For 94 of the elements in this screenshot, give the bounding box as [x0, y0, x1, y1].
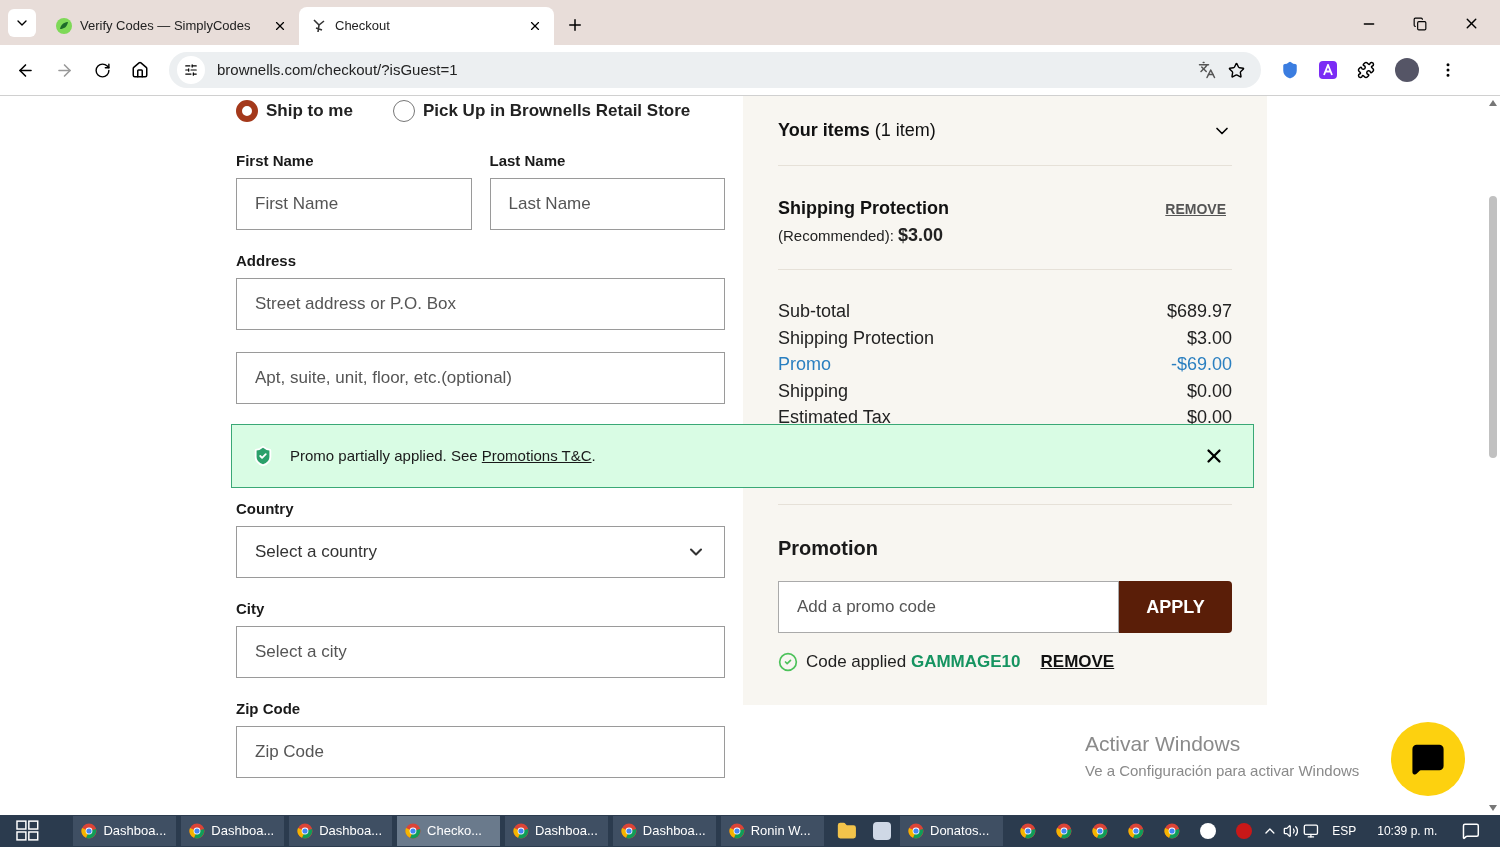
taskbar-app[interactable]: Dashboa... — [612, 816, 716, 846]
figure-icon — [311, 18, 327, 34]
input-field[interactable]: Apt, suite, unit, floor, etc.(optional) — [236, 352, 725, 404]
field-label: Zip Code — [236, 700, 302, 718]
browser-icon — [297, 823, 314, 839]
browser-icon — [1019, 823, 1036, 839]
tab-title: Verify Codes — SimplyCodes — [80, 17, 252, 36]
promotion-title: Promotion — [778, 536, 879, 561]
chat-icon — [1411, 742, 1445, 776]
site-settings-icon[interactable] — [177, 56, 205, 84]
total-value: $0.00 — [1186, 406, 1232, 429]
protection-price: (Recommended): $3.00 — [778, 224, 945, 247]
folder-icon[interactable] — [836, 821, 857, 841]
shield-check-icon — [252, 445, 274, 467]
apply-button[interactable]: APPLY — [1119, 581, 1232, 633]
browser-icon — [1163, 823, 1180, 839]
browser-icon — [405, 823, 422, 839]
field-label: City — [236, 600, 266, 618]
input-field[interactable]: First Name — [236, 178, 472, 230]
close-icon[interactable] — [273, 19, 287, 33]
total-label: Shipping Protection — [778, 326, 935, 350]
scroll-up-icon[interactable] — [1489, 100, 1497, 106]
browser-icon — [1091, 823, 1108, 839]
leaf-icon — [56, 18, 72, 34]
scrollbar-thumb[interactable] — [1489, 196, 1497, 458]
language-indicator[interactable]: ESP — [1332, 822, 1357, 840]
clock[interactable]: 10:39 p. m. — [1377, 822, 1438, 840]
speaker-icon[interactable] — [1282, 823, 1299, 839]
browser-icon — [81, 823, 98, 839]
field-label: First Name — [236, 152, 315, 170]
input-field[interactable]: Last Name — [489, 178, 725, 230]
field-label: Address — [236, 252, 298, 270]
browser-icon — [189, 823, 206, 839]
close-icon[interactable] — [528, 19, 542, 33]
translate-icon[interactable] — [1198, 61, 1216, 79]
taskbar-app[interactable]: Dashboa... — [504, 816, 608, 846]
input-field[interactable]: Zip Code — [236, 726, 725, 778]
taskbar-app[interactable]: Dashboa... — [181, 816, 285, 846]
check-circle-icon — [778, 651, 798, 672]
new-tab-icon[interactable] — [566, 16, 584, 34]
protection-title: Shipping Protection — [778, 197, 949, 220]
total-value: $689.97 — [1166, 300, 1232, 323]
tab-list-button[interactable] — [8, 9, 36, 37]
browser-icon — [728, 823, 745, 839]
field-label: Last Name — [489, 152, 567, 170]
notification-icon[interactable] — [1462, 822, 1481, 840]
total-label: Shipping — [778, 379, 849, 403]
browser-tab[interactable]: Verify Codes — SimplyCodes — [44, 7, 299, 45]
browser-icon — [620, 823, 637, 839]
promo-code-field[interactable]: Add a promo code — [778, 581, 1119, 633]
input-field[interactable]: Select a city — [236, 626, 725, 678]
browser-icon — [908, 823, 924, 839]
total-value: $3.00 — [1186, 326, 1232, 350]
remove-code-link[interactable]: REMOVE — [1040, 649, 1115, 675]
browser-icon — [1055, 823, 1072, 839]
letter-a-icon[interactable] — [1319, 61, 1337, 79]
restore-icon[interactable] — [1413, 16, 1427, 31]
scroll-down-icon[interactable] — [1489, 805, 1497, 811]
home-icon[interactable] — [131, 61, 149, 79]
taskbar-app[interactable]: Dashboa... — [289, 816, 393, 846]
app-icon[interactable] — [873, 822, 891, 840]
activation-text: Ve a Configuración para activar Windows — [1085, 760, 1360, 781]
avatar[interactable] — [1395, 58, 1419, 82]
browser-icon — [512, 823, 529, 839]
remove-link[interactable]: REMOVE — [1165, 199, 1226, 220]
country-select[interactable]: Select a country — [236, 526, 725, 578]
input-field[interactable]: Street address or P.O. Box — [236, 278, 725, 330]
reload-icon[interactable] — [94, 61, 111, 79]
taskbar-app[interactable]: Ronin W... — [720, 816, 824, 846]
total-value: $0.00 — [1186, 379, 1232, 403]
network-icon[interactable] — [1303, 823, 1320, 839]
total-label: Promo — [778, 353, 831, 376]
radio-option[interactable]: Pick Up in Brownells Retail Store — [392, 98, 691, 124]
field-label: Country — [236, 500, 295, 518]
activation-title: Activar Windows — [1085, 731, 1242, 757]
total-label: Estimated Tax — [778, 406, 891, 429]
taskbar-app[interactable]: Checko... — [397, 816, 500, 846]
total-value: -$69.00 — [1170, 353, 1232, 376]
taskbar-app[interactable]: Dashboa... — [73, 816, 177, 846]
url-text: brownells.com/checkout/?isGuest=1 — [217, 59, 459, 80]
toast-message: Promo partially applied. See Promotions T&C. — [290, 445, 597, 466]
extensions-icon[interactable] — [1357, 61, 1375, 79]
bookmark-star-icon[interactable] — [1228, 61, 1245, 79]
total-label: Sub-total — [778, 300, 851, 323]
browser-icon — [1127, 823, 1144, 839]
tab-title: Checkout — [335, 17, 391, 36]
start-grid-icon[interactable] — [16, 820, 40, 842]
taskbar-app[interactable]: Donatos... — [900, 816, 1003, 846]
browser-tab[interactable]: Checkout — [299, 7, 554, 45]
radio-option[interactable]: Ship to me — [236, 98, 353, 124]
items-toggle[interactable]: Your items (1 item) — [778, 96, 1232, 166]
address-bar[interactable]: brownells.com/checkout/?isGuest=1 — [169, 52, 1261, 88]
code-applied-text: Code applied GAMMAGE10 — [806, 651, 1021, 673]
terms-link[interactable]: Promotions T&C — [481, 446, 592, 464]
